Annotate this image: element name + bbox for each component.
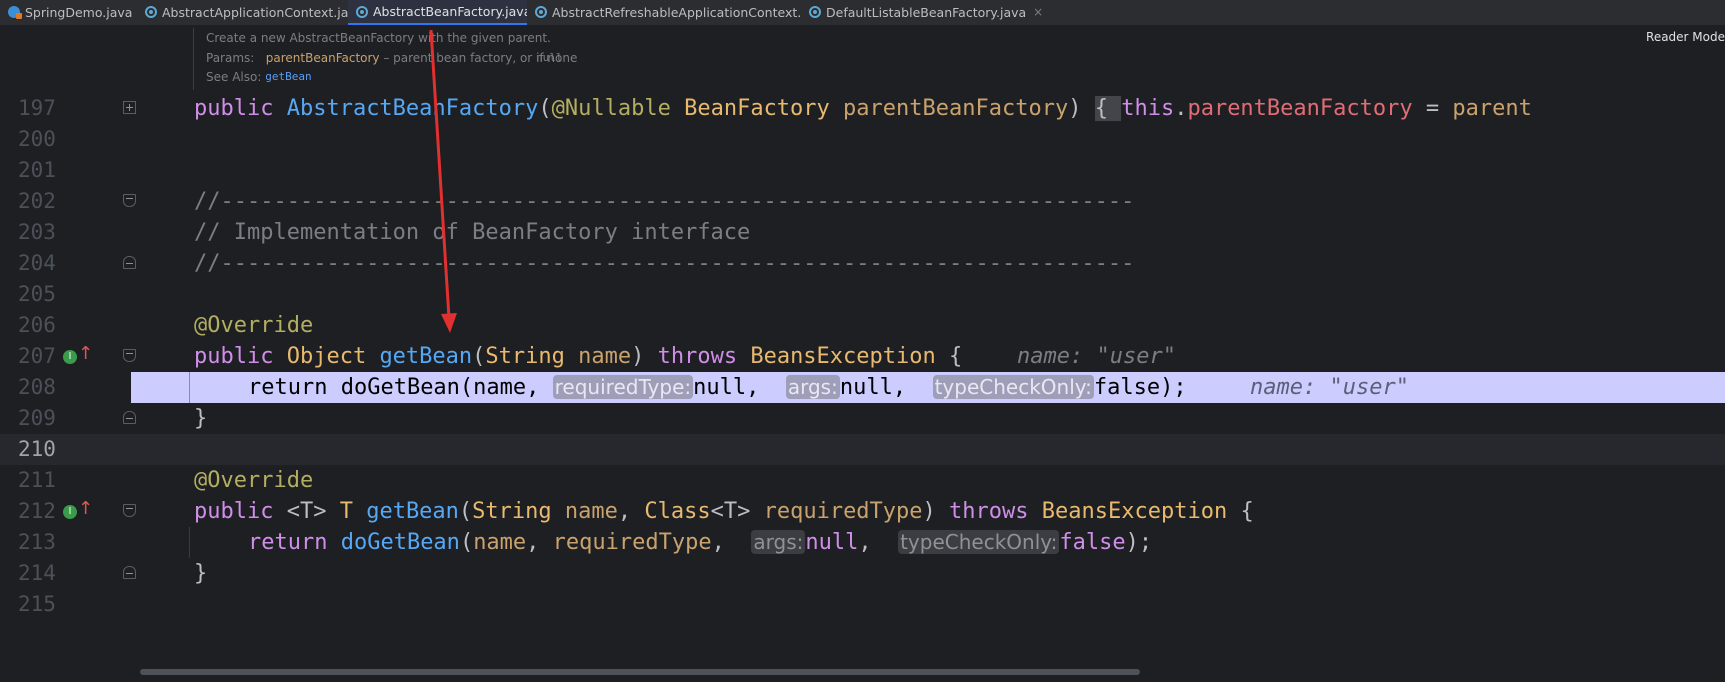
- tab-abstractbeanfactory[interactable]: AbstractBeanFactory.java ×: [348, 0, 548, 25]
- params-label: Params:: [206, 51, 255, 65]
- line-number: 201: [18, 158, 56, 182]
- horizontal-scrollbar[interactable]: [140, 669, 1140, 675]
- fold-end-icon[interactable]: [123, 411, 136, 424]
- line-number: 203: [18, 220, 56, 244]
- fold-end-icon[interactable]: [123, 256, 136, 269]
- expand-fold-icon[interactable]: [123, 101, 136, 114]
- implementation-icon[interactable]: I: [63, 505, 77, 519]
- code-text: public <T> T getBean(String name, Class<…: [194, 499, 1254, 524]
- line-number: 209: [18, 406, 56, 430]
- line-number: 214: [18, 561, 56, 585]
- javadoc-params: Params: parentBeanFactory – parent bean …: [206, 51, 577, 65]
- code-text: return doGetBean(name, requiredType, arg…: [248, 530, 1153, 555]
- line-number: 204: [18, 251, 56, 275]
- code-line-201[interactable]: 201: [0, 155, 1725, 186]
- param-name: parentBeanFactory: [265, 51, 380, 65]
- class-icon: [356, 5, 368, 18]
- line-number: 200: [18, 127, 56, 151]
- debug-inline-value: name: "user": [1250, 375, 1409, 400]
- parameter-hint: args:: [785, 375, 840, 399]
- collapse-fold-icon[interactable]: [123, 504, 136, 517]
- java-file-icon: [8, 6, 22, 19]
- closing-brace: }: [194, 406, 208, 431]
- code-line-206[interactable]: 206 @Override: [0, 310, 1725, 341]
- code-text: public AbstractBeanFactory(@Nullable Bea…: [194, 96, 1532, 121]
- line-number: 215: [18, 592, 56, 616]
- code-text: public Object getBean(String name) throw…: [194, 344, 963, 369]
- code-line-215[interactable]: 215: [0, 589, 1725, 620]
- code-line-211[interactable]: 211 @Override: [0, 465, 1725, 496]
- annotation: @Override: [194, 313, 314, 338]
- class-icon: [145, 6, 157, 18]
- annotation: @Override: [194, 468, 314, 493]
- tab-abstractrefreshableapplicationcontext[interactable]: AbstractRefreshableApplicationContext.ja…: [527, 0, 844, 24]
- comment-separator: //--------------------------------------…: [194, 189, 1135, 214]
- editor-tab-bar: SpringDemo.java × AbstractApplicationCon…: [0, 0, 1725, 26]
- tab-defaultlistablebeanfactory[interactable]: DefaultListableBeanFactory.java ×: [801, 0, 1043, 24]
- code-line-200[interactable]: 200: [0, 124, 1725, 155]
- collapse-fold-icon[interactable]: [123, 194, 136, 207]
- debug-inline-value: name: "user": [1017, 344, 1176, 369]
- param-desc-code: null: [536, 51, 563, 64]
- tab-springdemo[interactable]: SpringDemo.java ×: [0, 0, 149, 24]
- code-text: return doGetBean(name, requiredType:null…: [248, 375, 1187, 400]
- line-number: 213: [18, 530, 56, 554]
- code-line-205[interactable]: 205: [0, 279, 1725, 310]
- tab-label: DefaultListableBeanFactory.java: [826, 4, 1027, 20]
- see-also-label: See Also:: [206, 70, 262, 84]
- tab-label: AbstractBeanFactory.java: [373, 4, 532, 19]
- code-line-197[interactable]: 197 public AbstractBeanFactory(@Nullable…: [0, 93, 1725, 124]
- code-line-212[interactable]: 212 I ↑ public <T> T getBean(String name…: [0, 496, 1725, 527]
- parameter-hint: args:: [751, 530, 806, 554]
- tab-label: AbstractRefreshableApplicationContext.ja…: [552, 4, 828, 20]
- tab-abstractapplicationcontext[interactable]: AbstractApplicationContext.java ×: [137, 0, 381, 24]
- javadoc-bar: [193, 28, 194, 90]
- comment-text: // Implementation of BeanFactory interfa…: [194, 220, 751, 245]
- parameter-hint: typeCheckOnly:: [932, 375, 1094, 399]
- javadoc-description: Create a new AbstractBeanFactory with th…: [206, 31, 551, 45]
- implementation-icon[interactable]: I: [63, 350, 77, 364]
- comment-separator: //--------------------------------------…: [194, 251, 1135, 276]
- closing-brace: }: [194, 561, 208, 586]
- code-line-210-caret[interactable]: 210: [0, 434, 1725, 465]
- line-number: 208: [18, 375, 56, 399]
- line-number: 202: [18, 189, 56, 213]
- code-line-202[interactable]: 202 //----------------------------------…: [0, 186, 1725, 217]
- code-line-214[interactable]: 214 }: [0, 558, 1725, 589]
- tab-label: SpringDemo.java: [25, 4, 133, 20]
- param-desc: – parent bean factory, or: [379, 51, 537, 65]
- line-number: 211: [18, 468, 56, 492]
- fold-end-icon[interactable]: [123, 566, 136, 579]
- line-number: 210: [18, 437, 56, 461]
- code-line-204[interactable]: 204 //----------------------------------…: [0, 248, 1725, 279]
- rendered-javadoc: Create a new AbstractBeanFactory with th…: [193, 26, 1725, 92]
- close-icon[interactable]: ×: [1033, 5, 1043, 19]
- reader-mode-button[interactable]: Reader Mode: [1646, 30, 1725, 44]
- class-icon: [809, 6, 821, 18]
- parameter-hint: requiredType:: [552, 375, 694, 399]
- javadoc-see-also: See Also: getBean: [206, 70, 312, 84]
- code-line-209[interactable]: 209 }: [0, 403, 1725, 434]
- line-number: 197: [18, 96, 56, 120]
- line-number: 206: [18, 313, 56, 337]
- line-number: 205: [18, 282, 56, 306]
- tab-label: AbstractApplicationContext.java: [162, 4, 364, 20]
- parameter-hint: typeCheckOnly:: [898, 530, 1060, 554]
- class-icon: [535, 6, 547, 18]
- code-line-208-execution-point[interactable]: 208 return doGetBean(name, requiredType:…: [0, 372, 1725, 403]
- overrides-arrow-icon[interactable]: ↑: [78, 499, 93, 519]
- code-line-213[interactable]: 213 return doGetBean(name, requiredType,…: [0, 527, 1725, 558]
- code-line-203[interactable]: 203 // Implementation of BeanFactory int…: [0, 217, 1725, 248]
- indent-guide: [189, 527, 190, 558]
- code-line-207[interactable]: 207 I ↑ public Object getBean(String nam…: [0, 341, 1725, 372]
- collapse-fold-icon[interactable]: [123, 349, 136, 362]
- see-also-link[interactable]: getBean: [265, 70, 311, 83]
- overrides-arrow-icon[interactable]: ↑: [78, 344, 93, 364]
- indent-guide: [189, 372, 190, 403]
